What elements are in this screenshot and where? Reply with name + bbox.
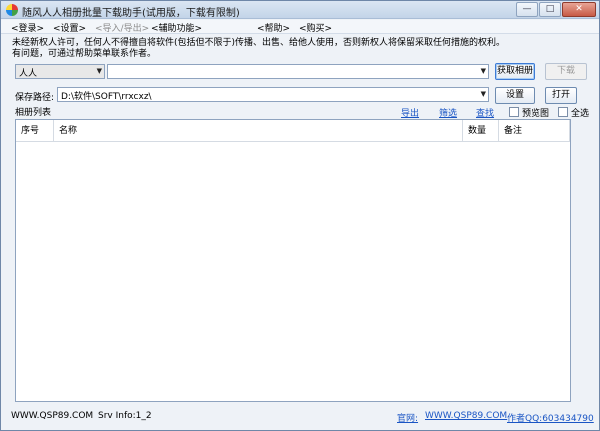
save-path-label: 保存路径:	[15, 93, 55, 103]
status-srv-info: Srv Info:1_2	[98, 411, 152, 421]
menu-settings[interactable]: <设置>	[53, 21, 86, 34]
album-url-input[interactable]: ▼	[107, 64, 489, 79]
status-site: WWW.QSP89.COM	[11, 411, 94, 421]
chevron-down-icon: ▼	[480, 67, 486, 75]
column-header-count[interactable]: 数量	[463, 120, 499, 142]
filter-link[interactable]: 筛选	[439, 106, 457, 119]
download-button[interactable]: 下载	[545, 63, 587, 80]
save-path-input[interactable]: D:\软件\SOFT\rrxcxz\ ▼	[57, 87, 489, 102]
settings-button[interactable]: 设置	[495, 87, 535, 104]
album-table[interactable]: 序号 名称 数量 备注	[15, 119, 571, 402]
chevron-down-icon: ▼	[480, 90, 486, 98]
site-select[interactable]: 人人 ▼	[15, 64, 105, 79]
window-title: 随风人人相册批量下载助手(试用版，下载有限制)	[22, 8, 240, 19]
select-all-checkbox[interactable]	[558, 107, 568, 117]
minimize-icon[interactable]: —	[516, 2, 538, 17]
window-controls: — □ ✕	[516, 2, 596, 17]
save-path-value: D:\软件\SOFT\rrxcxz\	[61, 92, 152, 102]
menu-bar: <登录> <设置> <导入/导出> <辅助功能> <帮助> <购买>	[1, 20, 599, 34]
menu-import-export[interactable]: <导入/导出>	[95, 21, 149, 34]
column-header-index[interactable]: 序号	[16, 120, 54, 142]
maximize-icon[interactable]: □	[539, 2, 561, 17]
menu-aux-functions[interactable]: <辅助功能>	[151, 21, 202, 34]
author-qq-link[interactable]: 作者QQ:603434790	[507, 411, 594, 424]
license-notice: 未经新权人许可，任何人不得擅自将软件(包括但不限于)传播、出售、给他人使用，否则…	[12, 38, 505, 60]
export-link[interactable]: 导出	[401, 106, 419, 119]
find-link[interactable]: 查找	[476, 106, 494, 119]
open-folder-button[interactable]: 打开	[545, 87, 577, 104]
notice-line-2: 有问题，可通过帮助菜单联系作者。	[12, 49, 157, 59]
title-bar[interactable]: 随风人人相册批量下载助手(试用版，下载有限制) — □ ✕	[1, 1, 599, 19]
notice-line-1: 未经新权人许可，任何人不得擅自将软件(包括但不限于)传播、出售、给他人使用，否则…	[12, 38, 506, 48]
chevron-down-icon: ▼	[96, 67, 102, 75]
get-album-button[interactable]: 获取相册	[495, 63, 535, 80]
table-header: 序号 名称 数量 备注	[16, 120, 570, 142]
column-header-note[interactable]: 备注	[499, 120, 570, 142]
column-header-name[interactable]: 名称	[54, 120, 463, 142]
status-bar: WWW.QSP89.COM Srv Info:1_2 官网: WWW.QSP89…	[1, 407, 599, 430]
site-select-value: 人人	[19, 69, 38, 79]
app-window: 随风人人相册批量下载助手(试用版，下载有限制) — □ ✕ <登录> <设置> …	[0, 0, 600, 431]
menu-buy[interactable]: <购买>	[299, 21, 332, 34]
preview-checkbox[interactable]	[509, 107, 519, 117]
official-site-label[interactable]: 官网:	[397, 411, 418, 424]
menu-login[interactable]: <登录>	[11, 21, 44, 34]
album-list-title: 相册列表	[15, 108, 52, 118]
app-logo-icon	[6, 4, 18, 16]
close-icon[interactable]: ✕	[562, 2, 596, 17]
official-site-link[interactable]: WWW.QSP89.COM	[425, 411, 507, 421]
preview-label: 预览图	[522, 109, 550, 119]
select-all-label: 全选	[571, 109, 590, 119]
menu-help[interactable]: <帮助>	[257, 21, 290, 34]
